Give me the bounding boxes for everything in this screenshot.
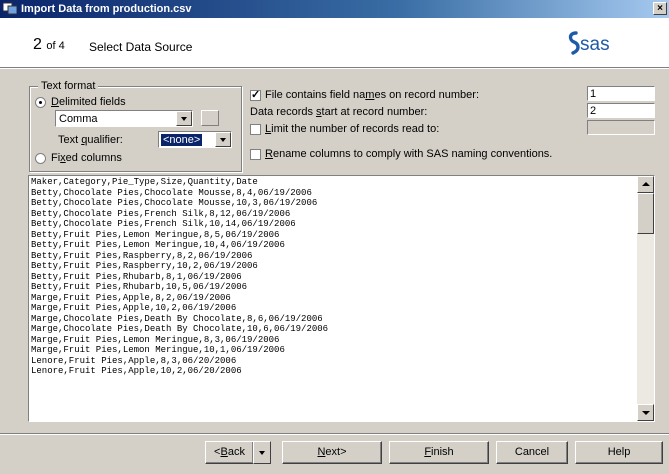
scroll-down-icon[interactable] bbox=[637, 404, 654, 421]
preview-scrollbar[interactable] bbox=[637, 176, 654, 421]
back-button[interactable]: <Back bbox=[205, 441, 254, 464]
preview-line: Betty,Fruit Pies,Rhubarb,8,1,06/19/2006 bbox=[31, 271, 242, 282]
wizard-header: 2 of 4 Select Data Source sas bbox=[0, 18, 669, 68]
back-history-dropdown[interactable] bbox=[253, 441, 271, 464]
cancel-button[interactable]: Cancel bbox=[496, 441, 568, 464]
delimited-fields-label[interactable]: Delimited fields bbox=[51, 96, 126, 108]
preview-lines: Maker,Category,Pie_Type,Size,Quantity,Da… bbox=[31, 177, 635, 421]
preview-line: Marge,Fruit Pies,Lemon Meringue,8,3,06/1… bbox=[31, 334, 280, 345]
step-of: of 4 bbox=[46, 40, 65, 52]
delimited-fields-radio[interactable] bbox=[35, 97, 46, 108]
delimiter-options-button[interactable] bbox=[201, 110, 219, 126]
preview-line: Maker,Category,Pie_Type,Size,Quantity,Da… bbox=[31, 177, 258, 187]
step-indicator: 2 of 4 bbox=[33, 36, 65, 54]
preview-line: Marge,Fruit Pies,Apple,10,2,06/19/2006 bbox=[31, 303, 237, 313]
step-current: 2 bbox=[33, 36, 42, 53]
preview-line: Marge,Chocolate Pies,Death By Chocolate,… bbox=[31, 324, 329, 334]
close-icon: × bbox=[657, 3, 663, 14]
help-button[interactable]: Help bbox=[575, 441, 663, 464]
title-bar: Import Data from production.csv × bbox=[0, 0, 669, 18]
preview-line: Betty,Fruit Pies,Raspberry,10,2,06/19/20… bbox=[31, 261, 258, 271]
field-names-checkbox[interactable] bbox=[250, 88, 261, 101]
sas-logo-text: sas bbox=[580, 34, 610, 55]
preview-line: Lenore,Fruit Pies,Apple,8,3,06/20/2006 bbox=[31, 355, 237, 366]
preview-line: Betty,Chocolate Pies,Chocolate Mousse,10… bbox=[31, 198, 318, 208]
limit-records-checkbox[interactable] bbox=[250, 124, 261, 135]
text-qualifier-select[interactable]: <none> bbox=[158, 131, 232, 148]
preview-line: Marge,Fruit Pies,Apple,8,2,06/19/2006 bbox=[31, 292, 231, 303]
delimiter-select[interactable]: Comma bbox=[55, 110, 193, 127]
field-names-label[interactable]: File contains field names on record numb… bbox=[265, 89, 479, 101]
preview-line: Betty,Fruit Pies,Rhubarb,10,5,06/19/2006 bbox=[31, 282, 248, 292]
page-title: Select Data Source bbox=[89, 40, 193, 54]
window-title: Import Data from production.csv bbox=[21, 3, 192, 15]
delimiter-value: Comma bbox=[59, 113, 98, 125]
preview-line: Lenore,Fruit Pies,Apple,10,2,06/20/2006 bbox=[31, 366, 242, 376]
scroll-thumb[interactable] bbox=[637, 193, 654, 234]
scroll-up-icon[interactable] bbox=[637, 176, 654, 193]
rename-columns-checkbox[interactable] bbox=[250, 149, 261, 160]
text-qualifier-label: Text qualifier: bbox=[58, 134, 123, 146]
preview-line: Betty,Fruit Pies,Raspberry,8,2,06/19/200… bbox=[31, 250, 253, 261]
app-icon bbox=[3, 2, 17, 15]
data-preview[interactable]: Maker,Category,Pie_Type,Size,Quantity,Da… bbox=[28, 175, 655, 422]
preview-line: Betty,Chocolate Pies,French Silk,8,12,06… bbox=[31, 208, 291, 219]
preview-line: Betty,Chocolate Pies,Chocolate Mousse,8,… bbox=[31, 187, 312, 198]
fixed-columns-label[interactable]: Fixed columns bbox=[51, 152, 122, 164]
next-button[interactable]: Next> bbox=[282, 441, 382, 464]
footer-divider bbox=[0, 433, 669, 435]
header-divider bbox=[0, 68, 669, 71]
preview-line: Marge,Fruit Pies,Lemon Meringue,10,1,06/… bbox=[31, 345, 285, 355]
chevron-down-icon[interactable] bbox=[215, 132, 231, 147]
limit-records-label[interactable]: Limit the number of records read to: bbox=[265, 123, 439, 135]
chevron-down-icon[interactable] bbox=[176, 111, 192, 126]
preview-line: Betty,Fruit Pies,Lemon Meringue,10,4,06/… bbox=[31, 240, 285, 250]
text-format-label: Text format bbox=[38, 80, 99, 92]
field-names-record-input[interactable]: 1 bbox=[587, 86, 655, 101]
limit-records-input[interactable] bbox=[587, 120, 655, 135]
data-start-record-input[interactable]: 2 bbox=[587, 103, 655, 118]
data-start-label: Data records start at record number: bbox=[250, 106, 428, 118]
fixed-columns-radio[interactable] bbox=[35, 153, 46, 164]
preview-line: Marge,Chocolate Pies,Death By Chocolate,… bbox=[31, 313, 323, 324]
text-qualifier-value: <none> bbox=[161, 134, 203, 146]
rename-columns-label[interactable]: Rename columns to comply with SAS naming… bbox=[265, 148, 552, 160]
sas-logo: sas bbox=[568, 31, 610, 55]
preview-line: Betty,Fruit Pies,Lemon Meringue,8,5,06/1… bbox=[31, 229, 280, 240]
preview-line: Betty,Chocolate Pies,French Silk,10,14,0… bbox=[31, 219, 296, 229]
close-button[interactable]: × bbox=[653, 2, 667, 15]
finish-button[interactable]: Finish bbox=[389, 441, 489, 464]
